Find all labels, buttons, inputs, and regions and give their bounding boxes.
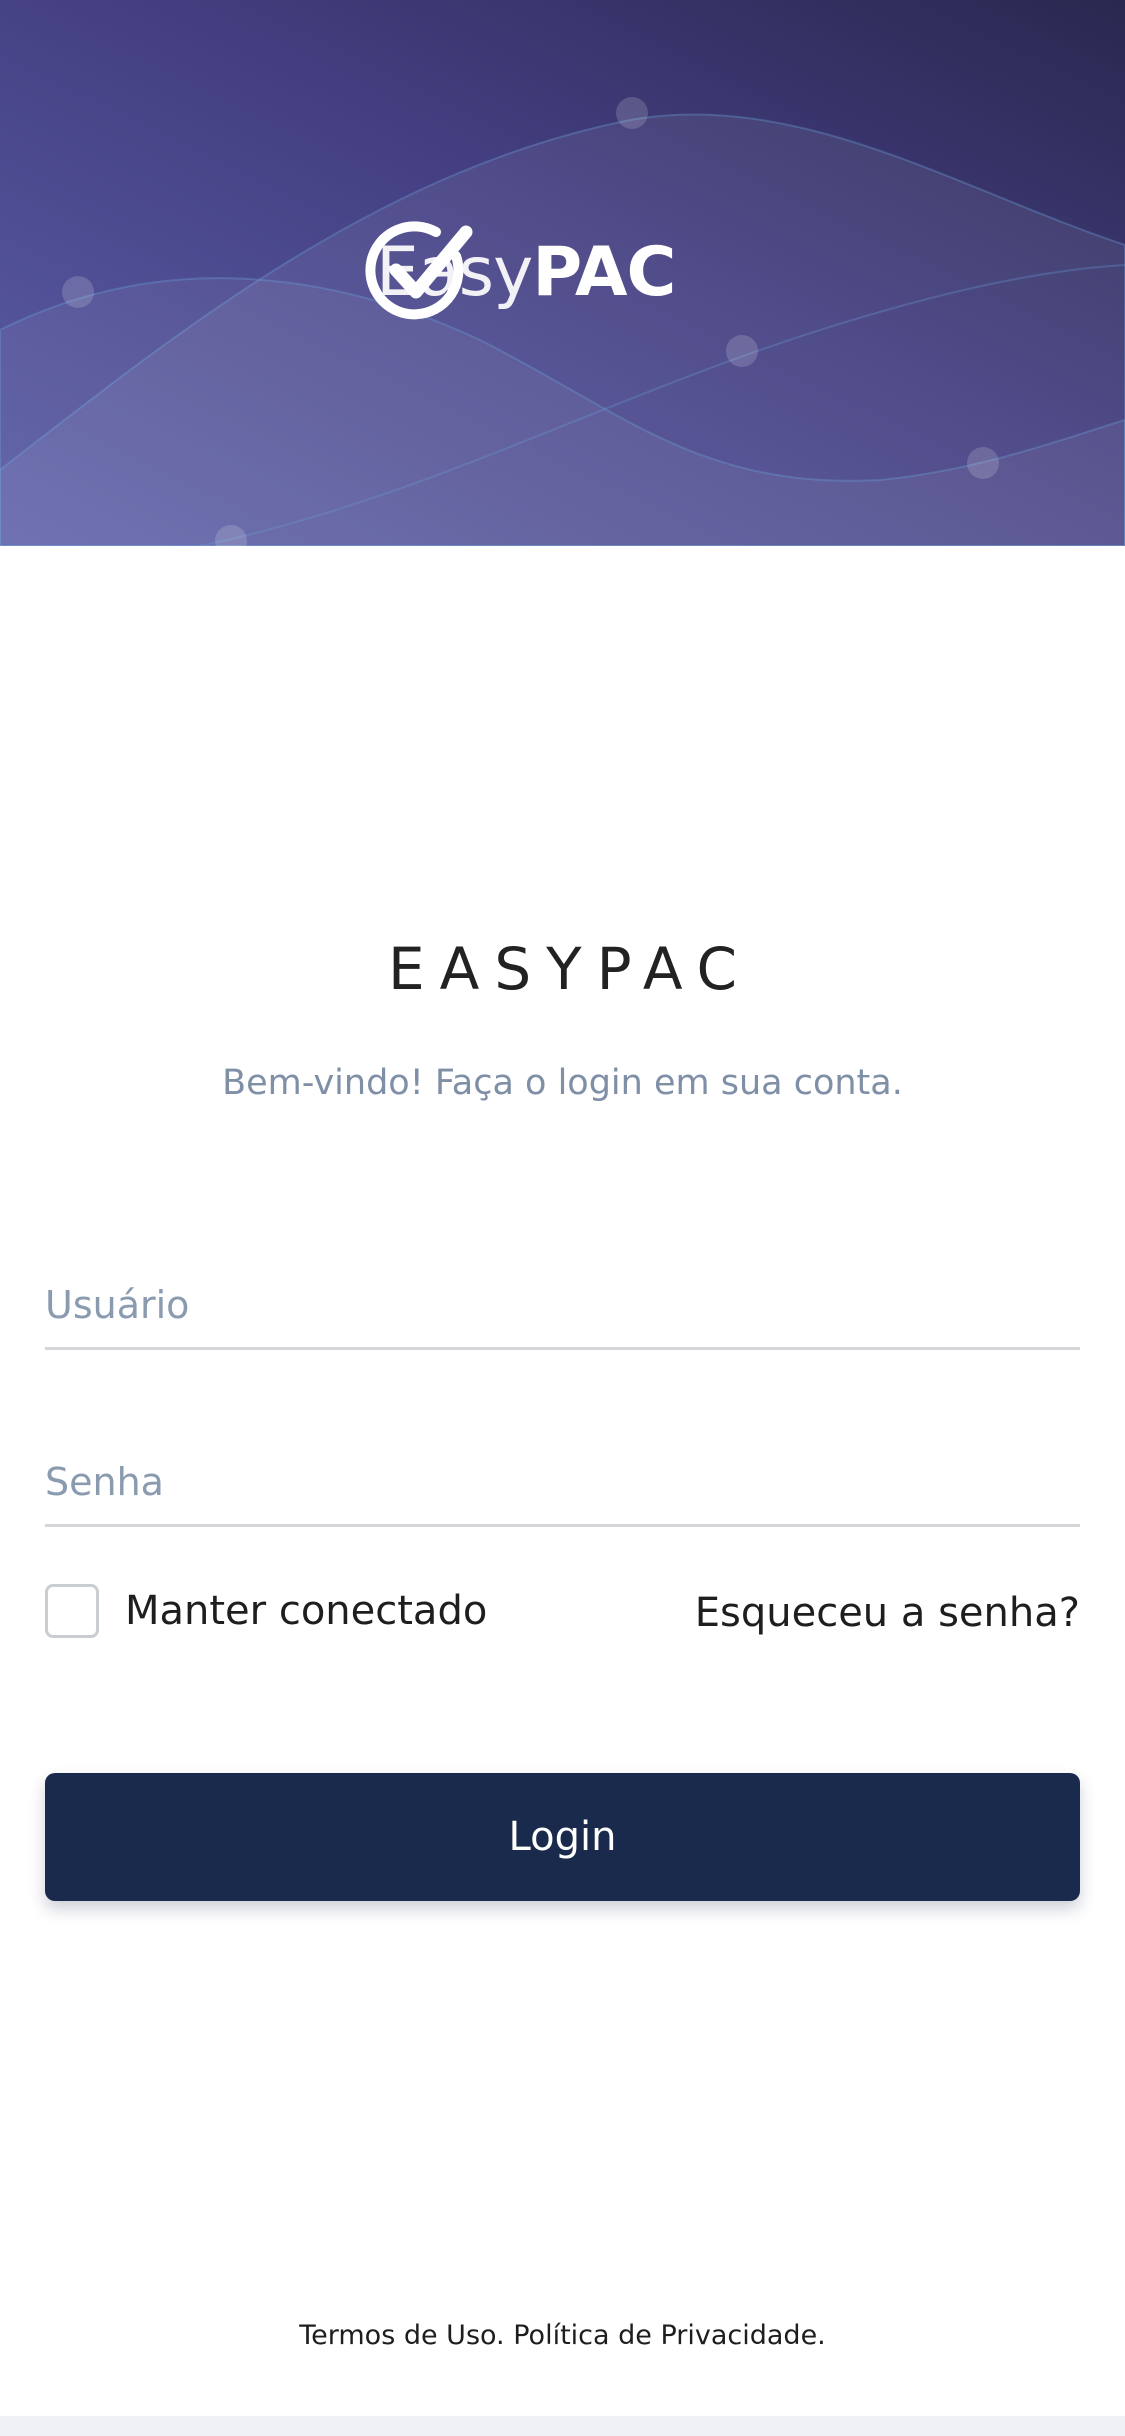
- logo-word-pac: PAC: [532, 232, 676, 312]
- remember-me-checkbox[interactable]: [45, 1584, 99, 1638]
- terms-link[interactable]: Termos de Uso.: [299, 2320, 504, 2351]
- privacy-link[interactable]: Política de Privacidade.: [513, 2320, 826, 2351]
- remember-me-label: Manter conectado: [125, 1588, 488, 1634]
- banner-dot: [967, 447, 999, 479]
- footer-links: Termos de Uso. Política de Privacidade.: [0, 2320, 1125, 2351]
- logo-word-easy: Easy: [376, 232, 533, 312]
- logo-wordmark: EasyPAC: [376, 232, 676, 312]
- login-button[interactable]: Login: [45, 1773, 1080, 1901]
- remember-me-toggle[interactable]: Manter conectado: [45, 1581, 487, 1641]
- easypac-logo: EasyPAC: [362, 212, 676, 332]
- bottom-divider: [0, 2416, 1125, 2436]
- login-page: EasyPAC EASYPAC Bem-vindo! Faça o login …: [0, 0, 1125, 2436]
- banner-dot: [62, 276, 94, 308]
- header-banner: EasyPAC: [0, 0, 1125, 546]
- banner-dot: [616, 97, 648, 129]
- banner-dot: [726, 335, 758, 367]
- welcome-message: Bem-vindo! Faça o login em sua conta.: [222, 1063, 903, 1103]
- app-title: EASYPAC: [388, 935, 752, 1003]
- forgot-password-link[interactable]: Esqueceu a senha?: [695, 1590, 1080, 1636]
- username-input[interactable]: [45, 1262, 1080, 1350]
- password-input[interactable]: [45, 1439, 1080, 1527]
